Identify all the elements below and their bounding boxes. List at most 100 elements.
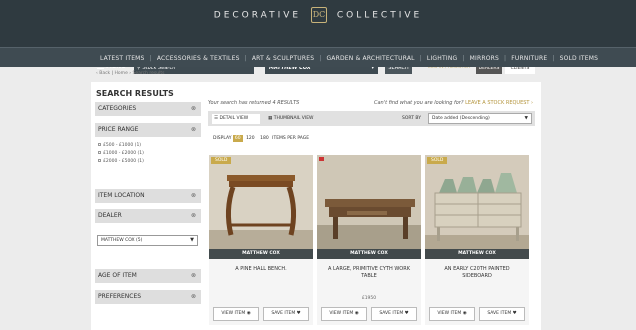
save-item-label: SAVE ITEM <box>487 311 512 316</box>
per-page-option[interactable]: 120 <box>244 135 257 142</box>
view-item-button[interactable]: VIEW ITEM ◉ <box>321 307 367 321</box>
nav-furniture[interactable]: FURNITURE <box>511 55 547 62</box>
close-icon[interactable]: ⊗ <box>191 189 196 203</box>
breadcrumb-home[interactable]: Home <box>115 71 128 76</box>
main-nav: LATEST ITEMS | ACCESSORIES & TEXTILES | … <box>0 47 636 67</box>
save-item-button[interactable]: SAVE ITEM ♥ <box>479 307 525 321</box>
nav-separator: | <box>462 54 465 62</box>
card-title[interactable]: A LARGE, PRIMITIVE CYTH WORK TABLE <box>321 266 417 280</box>
facet-item-location[interactable]: ITEM LOCATION ⊗ <box>95 189 201 203</box>
sort-select-value: Date added (Descending) <box>432 116 490 121</box>
eye-icon: ◉ <box>354 311 359 316</box>
heart-icon: ♥ <box>512 311 517 316</box>
display-label: DISPLAY <box>213 136 232 141</box>
nav-latest-items[interactable]: LATEST ITEMS <box>100 55 145 62</box>
product-image[interactable] <box>425 155 529 259</box>
page-title: SEARCH RESULTS <box>96 89 174 98</box>
nav-art-sculptures[interactable]: ART & SCULPTURES <box>252 55 314 62</box>
heart-icon: ♥ <box>404 311 409 316</box>
sort-by-label: SORT BY <box>402 116 421 121</box>
price-range-options: £500 - £1000 (1) £1000 - £2000 (1) £2000… <box>98 142 144 166</box>
facet-label: DEALER <box>98 212 122 219</box>
cant-find-text: Can't find what you are looking for? <box>374 100 464 106</box>
nav-accessories-textiles[interactable]: ACCESSORIES & TEXTILES <box>157 55 240 62</box>
list-icon: ☰ <box>214 116 219 121</box>
nav-mirrors[interactable]: MIRRORS <box>470 55 499 62</box>
thumbnail-view-label: THUMBNAIL VIEW <box>273 116 314 121</box>
price-option-label: £1000 - £2000 (1) <box>103 151 144 156</box>
nav-separator: | <box>244 54 247 62</box>
sold-badge: SOLD <box>427 157 448 164</box>
close-icon[interactable]: ⊗ <box>191 123 196 137</box>
product-card[interactable]: SOLD MATTHEW COX A PINE HALL BENCH. VIEW… <box>209 155 313 325</box>
card-dealer-name: MATTHEW COX <box>317 249 421 259</box>
logo-right-text: COLLECTIVE <box>336 10 423 21</box>
eye-icon: ◉ <box>462 311 467 316</box>
sold-badge: SOLD <box>211 157 232 164</box>
close-icon[interactable]: ⊗ <box>191 209 196 223</box>
save-item-label: SAVE ITEM <box>379 311 404 316</box>
breadcrumb-back[interactable]: ‹ Back <box>96 71 110 76</box>
close-icon[interactable]: ⊗ <box>191 290 196 304</box>
per-page-selector: DISPLAY 60 120 180 ITEMS PER PAGE <box>213 135 310 142</box>
save-item-label: SAVE ITEM <box>271 311 296 316</box>
heart-icon: ♥ <box>296 311 301 316</box>
nav-garden-architectural[interactable]: GARDEN & ARCHITECTURAL <box>326 55 414 62</box>
view-item-button[interactable]: VIEW ITEM ◉ <box>213 307 259 321</box>
nav-separator: | <box>419 54 422 62</box>
uk-flag-icon <box>319 157 324 161</box>
checkbox-icon[interactable] <box>98 151 101 154</box>
price-option[interactable]: £2000 - £5000 (1) <box>98 158 144 166</box>
product-card[interactable]: MATTHEW COX A LARGE, PRIMITIVE CYTH WORK… <box>317 155 421 325</box>
checkbox-icon[interactable] <box>98 159 101 162</box>
top-header: DECORATIVE DC COLLECTIVE <box>0 0 636 30</box>
price-option[interactable]: £1000 - £2000 (1) <box>98 150 144 158</box>
per-page-option[interactable]: 180 <box>258 135 271 142</box>
facet-price-range[interactable]: PRICE RANGE ⊗ <box>95 123 201 137</box>
close-icon[interactable]: ⊗ <box>191 269 196 283</box>
eye-icon: ◉ <box>246 311 251 316</box>
close-icon[interactable]: ⊗ <box>191 102 196 116</box>
card-title[interactable]: AN EARLY C20TH PAINTED SIDEBOARD <box>429 266 525 280</box>
site-logo[interactable]: DECORATIVE DC COLLECTIVE <box>0 7 636 23</box>
sort-select[interactable]: Date added (Descending) ▼ <box>428 113 532 124</box>
chevron-down-icon: ▼ <box>190 237 194 243</box>
leave-stock-request-link[interactable]: LEAVE A STOCK REQUEST › <box>465 100 533 106</box>
card-dealer-name: MATTHEW COX <box>425 249 529 259</box>
view-item-label: VIEW ITEM <box>329 311 354 316</box>
nav-sold-items[interactable]: SOLD ITEMS <box>560 55 599 62</box>
dealer-filter-value: MATTHEW COX (5) <box>101 238 143 243</box>
logo-monogram: DC <box>310 7 327 23</box>
facet-dealer[interactable]: DEALER ⊗ <box>95 209 201 223</box>
card-price: £1950 <box>361 296 377 301</box>
facet-label: CATEGORIES <box>98 105 137 112</box>
grid-icon: ▦ <box>268 116 273 121</box>
breadcrumb: ‹ Back | Home › Search results <box>96 71 165 76</box>
facet-preferences[interactable]: PREFERENCES ⊗ <box>95 290 201 304</box>
tab-detail-view[interactable]: ☰ DETAIL VIEW <box>212 114 260 124</box>
nav-lighting[interactable]: LIGHTING <box>427 55 457 62</box>
tab-thumbnail-view[interactable]: ▦ THUMBNAIL VIEW <box>266 114 326 124</box>
product-image[interactable] <box>209 155 313 259</box>
facet-age-of-item[interactable]: AGE OF ITEM ⊗ <box>95 269 201 283</box>
items-per-page-label: ITEMS PER PAGE <box>272 136 310 141</box>
chevron-down-icon: ▼ <box>524 116 528 121</box>
view-item-button[interactable]: VIEW ITEM ◉ <box>429 307 475 321</box>
product-image[interactable] <box>317 155 421 259</box>
save-item-button[interactable]: SAVE ITEM ♥ <box>263 307 309 321</box>
checkbox-icon[interactable] <box>98 143 101 146</box>
logo-left-text: DECORATIVE <box>213 10 302 21</box>
price-option[interactable]: £500 - £1000 (1) <box>98 142 144 150</box>
facet-categories[interactable]: CATEGORIES ⊗ <box>95 102 201 116</box>
save-item-button[interactable]: SAVE ITEM ♥ <box>371 307 417 321</box>
facet-label: AGE OF ITEM <box>98 272 137 279</box>
search-bar: MENU ⚲Stock Search MATTHEW COX▾ SEARCH L… <box>0 30 636 74</box>
per-page-option[interactable]: 60 <box>232 135 243 142</box>
view-item-label: VIEW ITEM <box>221 311 246 316</box>
nav-separator: | <box>504 54 507 62</box>
price-option-label: £2000 - £5000 (1) <box>103 159 144 164</box>
dealer-filter-select[interactable]: MATTHEW COX (5) ▼ <box>97 235 198 246</box>
card-title[interactable]: A PINE HALL BENCH. <box>213 266 309 273</box>
product-card[interactable]: SOLD MATTHEW COX AN EARLY C20TH PAINTED … <box>425 155 529 325</box>
price-option-label: £500 - £1000 (1) <box>103 143 142 148</box>
